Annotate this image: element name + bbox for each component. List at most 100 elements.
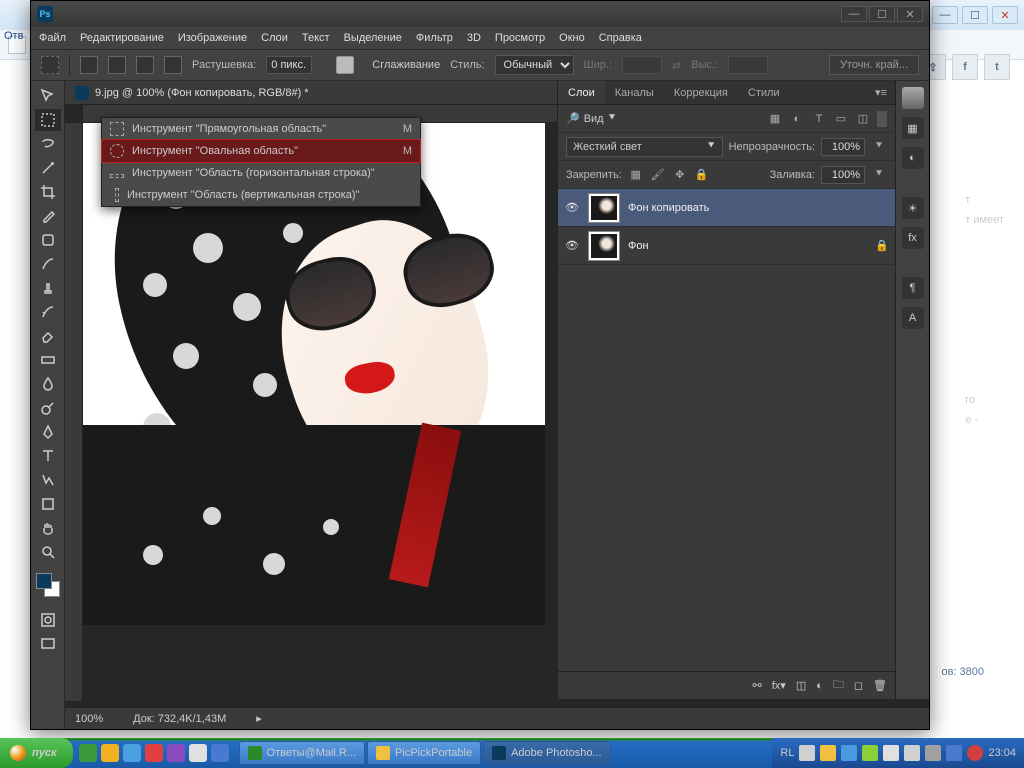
layer-thumb[interactable] [588, 193, 620, 223]
menu-layers[interactable]: Слои [261, 32, 288, 44]
lock-trans-icon[interactable]: ▦ [628, 167, 644, 183]
style-select[interactable]: Обычный [495, 55, 574, 75]
menu-view[interactable]: Просмотр [495, 32, 545, 44]
eraser-tool[interactable] [35, 325, 61, 347]
character-panel-icon[interactable]: A [902, 307, 924, 329]
ql-icon[interactable] [79, 744, 97, 762]
menu-edit[interactable]: Редактирование [80, 32, 164, 44]
start-button[interactable]: пуск [0, 738, 73, 768]
flyout-row-marquee[interactable]: Инструмент "Область (горизонтальная стро… [102, 162, 420, 184]
visibility-icon[interactable]: 👁 [564, 201, 580, 214]
layer-row[interactable]: 👁 Фон 🔒 [558, 227, 895, 265]
filter-pixel-icon[interactable]: ▦ [767, 111, 783, 127]
dodge-tool[interactable] [35, 397, 61, 419]
panel-menu-icon[interactable]: ▾≡ [867, 81, 895, 104]
ql-icon[interactable] [123, 744, 141, 762]
pen-tool[interactable] [35, 421, 61, 443]
layer-thumb[interactable] [588, 231, 620, 261]
fill-input[interactable] [821, 166, 865, 184]
ps-maximize[interactable]: ☐ [869, 6, 895, 22]
menu-filter[interactable]: Фильтр [416, 32, 453, 44]
menu-file[interactable]: Файл [39, 32, 66, 44]
filter-shape-icon[interactable]: ▭ [833, 111, 849, 127]
refine-edge-button[interactable]: Уточн. край... [829, 55, 919, 75]
group-icon[interactable]: 🗀 [833, 676, 844, 695]
selection-subtract-icon[interactable] [136, 56, 154, 74]
taskbar-button[interactable]: Ответы@Mail.R... [239, 741, 366, 765]
filter-type-icon[interactable]: T [811, 111, 827, 127]
filter-adjust-icon[interactable]: ◐ [789, 111, 805, 127]
visibility-icon[interactable]: 👁 [564, 239, 580, 252]
feather-input[interactable] [266, 56, 312, 74]
menu-image[interactable]: Изображение [178, 32, 247, 44]
flyout-col-marquee[interactable]: Инструмент "Область (вертикальная строка… [102, 184, 420, 206]
tray-icon[interactable] [925, 745, 941, 761]
blur-tool[interactable] [35, 373, 61, 395]
zoom-level[interactable]: 100% [75, 713, 103, 725]
menu-text[interactable]: Текст [302, 32, 330, 44]
wand-tool[interactable] [35, 157, 61, 179]
trash-icon[interactable]: 🗑 [873, 679, 887, 692]
ql-icon[interactable] [167, 744, 185, 762]
tray-icon[interactable] [904, 745, 920, 761]
adjustments-panel-icon[interactable]: ☀ [902, 197, 924, 219]
tray-icon[interactable] [946, 745, 962, 761]
selection-add-icon[interactable] [108, 56, 126, 74]
healing-tool[interactable] [35, 229, 61, 251]
hand-tool[interactable] [35, 517, 61, 539]
menu-select[interactable]: Выделение [344, 32, 402, 44]
adjustment-icon[interactable]: ◐ [816, 680, 823, 692]
close-btn[interactable]: ✕ [992, 6, 1018, 24]
path-tool[interactable] [35, 469, 61, 491]
maximize-btn[interactable]: ☐ [962, 6, 988, 24]
fx-icon[interactable]: fx▾ [772, 679, 786, 692]
type-tool[interactable] [35, 445, 61, 467]
flyout-ellipse-marquee[interactable]: Инструмент "Овальная область" M [102, 140, 420, 162]
ql-icon[interactable] [189, 744, 207, 762]
filter-smart-icon[interactable]: ◫ [855, 111, 871, 127]
mask-icon[interactable]: ◫ [796, 679, 806, 692]
gradient-tool[interactable] [35, 349, 61, 371]
brush-tool[interactable] [35, 253, 61, 275]
tab-layers[interactable]: Слои [558, 81, 605, 104]
menu-window[interactable]: Окно [559, 32, 585, 44]
kind-filter[interactable]: 🔎 Вид ⯆ [566, 112, 616, 125]
tray-icon[interactable] [841, 745, 857, 761]
zoom-tool[interactable] [35, 541, 61, 563]
twitter-icon[interactable]: t [984, 54, 1010, 80]
taskbar-button[interactable]: PicPickPortable [367, 741, 481, 765]
ql-icon[interactable] [101, 744, 119, 762]
ql-icon[interactable] [211, 744, 229, 762]
marquee-tool[interactable] [35, 109, 61, 131]
menu-3d[interactable]: 3D [467, 32, 481, 44]
clock[interactable]: 23:04 [988, 747, 1016, 759]
marquee-preset-icon[interactable] [41, 56, 59, 74]
filter-toggle-icon[interactable] [877, 111, 887, 127]
lock-pos-icon[interactable]: ✥ [672, 167, 688, 183]
quickmask-tool[interactable] [35, 609, 61, 631]
lock-paint-icon[interactable]: 🖌 [650, 167, 666, 183]
tab-adjustments[interactable]: Коррекция [664, 81, 738, 104]
stamp-tool[interactable] [35, 277, 61, 299]
titlebar[interactable]: Ps — ☐ ✕ [31, 1, 929, 27]
flyout-rect-marquee[interactable]: Инструмент "Прямоугольная область" M [102, 118, 420, 140]
status-arrow-icon[interactable]: ▸ [256, 712, 262, 725]
tray-icon[interactable] [862, 745, 878, 761]
shape-tool[interactable] [35, 493, 61, 515]
lock-all-icon[interactable]: 🔒 [694, 167, 710, 183]
crop-tool[interactable] [35, 181, 61, 203]
swatches-panel-icon[interactable]: ▦ [902, 117, 924, 139]
facebook-icon[interactable]: f [952, 54, 978, 80]
tray-icon[interactable] [967, 745, 983, 761]
tray-icon[interactable] [799, 745, 815, 761]
screenmode-tool[interactable] [35, 633, 61, 655]
layer-name[interactable]: Фон [628, 240, 649, 252]
ql-icon[interactable] [145, 744, 163, 762]
lasso-tool[interactable] [35, 133, 61, 155]
blend-mode-select[interactable]: Жесткий свет⯆ [566, 137, 723, 157]
move-tool[interactable] [35, 85, 61, 107]
paragraph-panel-icon[interactable]: ¶ [902, 277, 924, 299]
minimize-btn[interactable]: — [932, 6, 958, 24]
selection-new-icon[interactable] [80, 56, 98, 74]
color-panel-icon[interactable] [902, 87, 924, 109]
